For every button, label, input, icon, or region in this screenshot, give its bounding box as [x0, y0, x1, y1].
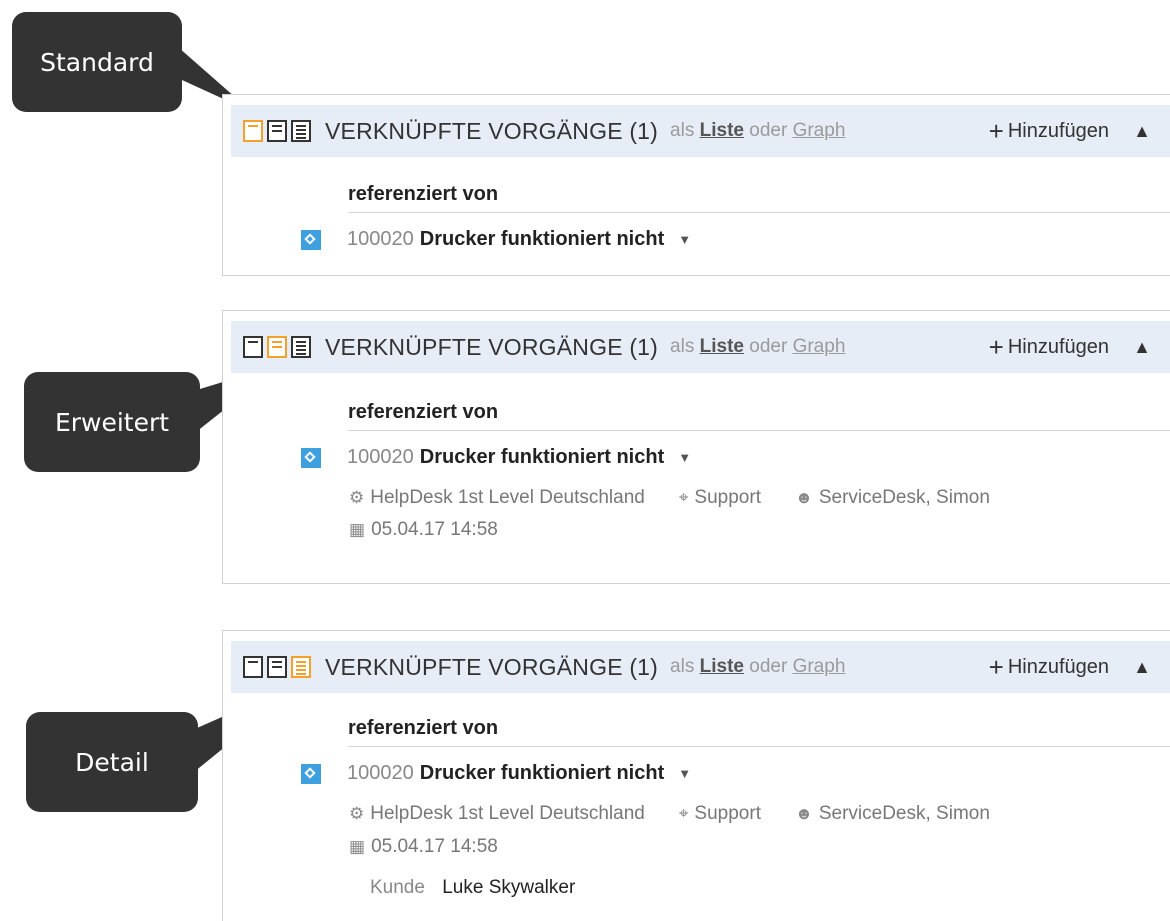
group-meta: ⚙ HelpDesk 1st Level Deutschland — [349, 803, 645, 825]
relation-label: referenziert von — [348, 183, 1170, 213]
view-as-graph-link[interactable]: Graph — [793, 336, 846, 357]
issue-category: Support — [694, 487, 761, 508]
add-button[interactable]: + Hinzufügen — [988, 652, 1109, 682]
group-meta: ⚙ HelpDesk 1st Level Deutschland — [349, 487, 645, 509]
view-standard-icon[interactable] — [243, 336, 263, 358]
view-as-list-link[interactable]: Liste — [700, 336, 744, 357]
panel-header: VERKNÜPFTE VORGÄNGE (1) als Liste oder G… — [231, 321, 1170, 373]
issue-id[interactable]: 100020 — [347, 228, 414, 251]
view-standard-icon[interactable] — [243, 120, 263, 142]
as-or: oder — [749, 336, 788, 357]
calendar-icon: ▦ — [349, 837, 366, 856]
panel-title: VERKNÜPFTE VORGÄNGE (1) — [325, 117, 659, 144]
add-label: Hinzufügen — [1007, 335, 1109, 358]
linked-issues-panel-standard: VERKNÜPFTE VORGÄNGE (1) als Liste oder G… — [222, 94, 1170, 276]
issue-title[interactable]: Drucker funktioniert nicht — [420, 446, 664, 469]
issue-title[interactable]: Drucker funktioniert nicht — [420, 228, 664, 251]
view-mode-switcher — [243, 336, 311, 358]
issue-type-icon — [301, 447, 321, 468]
chevron-down-icon[interactable]: ▼ — [678, 450, 691, 465]
as-or: oder — [749, 656, 788, 677]
view-as-graph-link[interactable]: Graph — [793, 120, 846, 141]
issue-date: 05.04.17 14:58 — [371, 836, 498, 857]
add-label: Hinzufügen — [1007, 655, 1109, 678]
chevron-up-icon[interactable]: ▲ — [1133, 337, 1151, 358]
chevron-up-icon[interactable]: ▲ — [1133, 657, 1151, 678]
view-mode-switcher — [243, 656, 311, 678]
panel-header: VERKNÜPFTE VORGÄNGE (1) als Liste oder G… — [231, 641, 1170, 693]
view-as-selector: als Liste oder Graph — [670, 120, 845, 142]
linked-issue-row[interactable]: 100020 Drucker funktioniert nicht ▼ — [301, 446, 691, 469]
add-button[interactable]: + Hinzufügen — [988, 116, 1109, 146]
panel-title: VERKNÜPFTE VORGÄNGE (1) — [325, 653, 659, 680]
linked-issues-panel-detail: VERKNÜPFTE VORGÄNGE (1) als Liste oder G… — [222, 630, 1170, 921]
as-prefix: als — [670, 336, 695, 357]
view-extended-icon[interactable] — [267, 656, 287, 678]
view-detail-icon[interactable] — [291, 336, 311, 358]
view-as-list-link[interactable]: Liste — [700, 120, 744, 141]
customer-value[interactable]: Luke Skywalker — [442, 877, 575, 898]
view-standard-icon[interactable] — [243, 656, 263, 678]
relation-label: referenziert von — [348, 401, 1170, 431]
callout-label-erweitert: Erweitert — [54, 407, 170, 437]
issue-meta-row: ⚙ HelpDesk 1st Level Deutschland ⌖ Support… — [349, 487, 990, 509]
panel-header: VERKNÜPFTE VORGÄNGE (1) als Liste oder G… — [231, 105, 1170, 157]
view-as-list-link[interactable]: Liste — [700, 656, 744, 677]
issue-assignee: ServiceDesk, Simon — [818, 487, 990, 508]
category-meta: ⌖ Support — [679, 487, 761, 509]
issue-date-row: ▦ 05.04.17 14:58 — [349, 519, 498, 541]
issue-group: HelpDesk 1st Level Deutschland — [370, 803, 645, 824]
view-extended-icon[interactable] — [267, 336, 287, 358]
view-as-graph-link[interactable]: Graph — [793, 656, 846, 677]
add-button[interactable]: + Hinzufügen — [988, 332, 1109, 362]
issue-group: HelpDesk 1st Level Deutschland — [370, 487, 645, 508]
customer-key: Kunde — [370, 877, 425, 898]
add-label: Hinzufügen — [1007, 119, 1109, 142]
user-icon: ☻ — [794, 804, 813, 823]
view-extended-icon[interactable] — [267, 120, 287, 142]
calendar-icon: ▦ — [349, 520, 366, 539]
user-icon: ☻ — [794, 488, 813, 507]
view-mode-switcher — [243, 120, 311, 142]
issue-type-icon — [301, 229, 321, 250]
view-as-selector: als Liste oder Graph — [670, 656, 845, 678]
linked-issue-row[interactable]: 100020 Drucker funktioniert nicht ▼ — [301, 762, 691, 785]
assignee-meta: ☻ ServiceDesk, Simon — [795, 487, 990, 509]
linked-issue-row[interactable]: 100020 Drucker funktioniert nicht ▼ — [301, 228, 691, 251]
callout-label-standard: Standard — [40, 47, 154, 77]
issue-category: Support — [694, 803, 761, 824]
issue-id[interactable]: 100020 — [347, 446, 414, 469]
chevron-up-icon[interactable]: ▲ — [1133, 121, 1151, 142]
gear-icon: ⚙ — [349, 804, 365, 823]
issue-title[interactable]: Drucker funktioniert nicht — [420, 762, 664, 785]
plus-icon: + — [988, 116, 1004, 146]
as-prefix: als — [670, 656, 695, 677]
issue-id[interactable]: 100020 — [347, 762, 414, 785]
gear-icon: ⚙ — [349, 488, 365, 507]
assignee-meta: ☻ ServiceDesk, Simon — [795, 803, 990, 825]
issue-type-icon — [301, 763, 321, 784]
issue-date: 05.04.17 14:58 — [371, 519, 498, 540]
as-prefix: als — [670, 120, 695, 141]
view-detail-icon[interactable] — [291, 120, 311, 142]
view-as-selector: als Liste oder Graph — [670, 336, 845, 358]
customer-row: Kunde Luke Skywalker — [370, 877, 575, 899]
as-or: oder — [749, 120, 788, 141]
callout-label-detail: Detail — [75, 747, 149, 777]
crosshair-icon: ⌖ — [678, 804, 689, 823]
issue-date-row: ▦ 05.04.17 14:58 — [349, 836, 498, 858]
issue-meta-row: ⚙ HelpDesk 1st Level Deutschland ⌖ Support… — [349, 803, 990, 825]
linked-issues-panel-extended: VERKNÜPFTE VORGÄNGE (1) als Liste oder G… — [222, 310, 1170, 584]
issue-assignee: ServiceDesk, Simon — [818, 803, 990, 824]
relation-label: referenziert von — [348, 717, 1170, 747]
plus-icon: + — [988, 332, 1004, 362]
panel-title: VERKNÜPFTE VORGÄNGE (1) — [325, 333, 659, 360]
plus-icon: + — [988, 652, 1004, 682]
chevron-down-icon[interactable]: ▼ — [678, 766, 691, 781]
category-meta: ⌖ Support — [679, 803, 761, 825]
chevron-down-icon[interactable]: ▼ — [678, 232, 691, 247]
view-detail-icon[interactable] — [291, 656, 311, 678]
crosshair-icon: ⌖ — [678, 488, 689, 507]
